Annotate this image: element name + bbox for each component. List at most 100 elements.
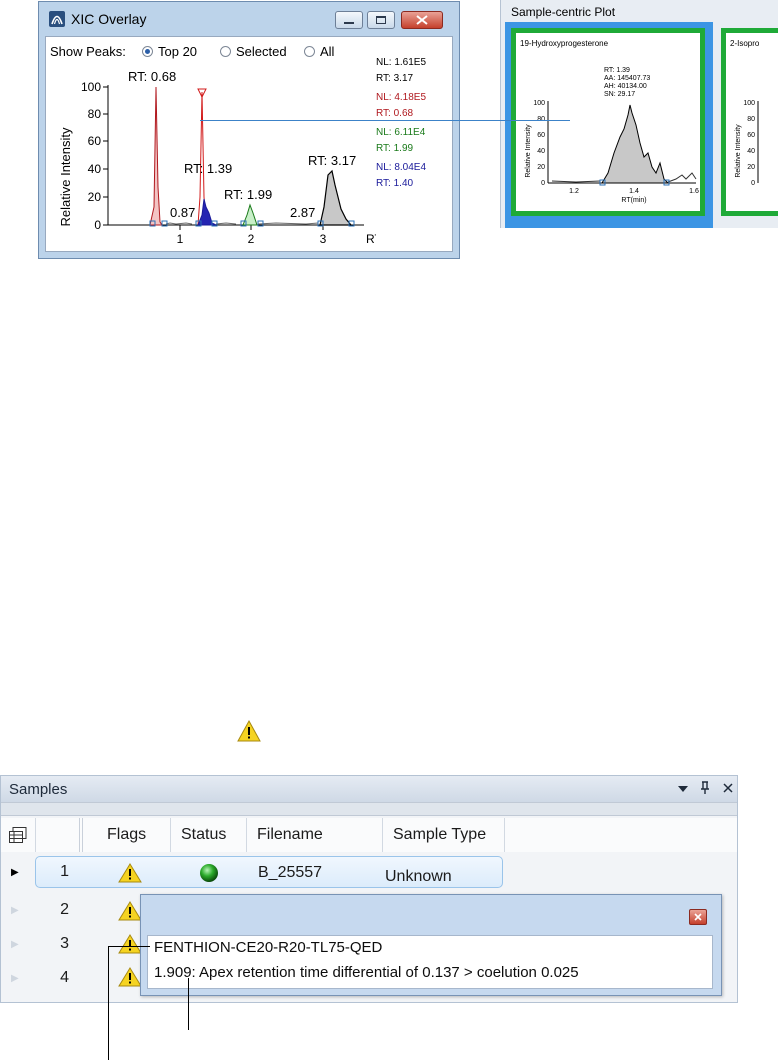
legend-nl-1: NL: 1.61E5 (376, 57, 427, 68)
legend-rt-1: RT: 3.17 (376, 73, 414, 84)
column-header-status[interactable]: Status (171, 818, 247, 852)
y-tick: 20 (537, 164, 545, 171)
pin-icon[interactable] (699, 781, 711, 795)
y-tick: 80 (88, 107, 102, 121)
close-button[interactable] (401, 11, 443, 29)
dropdown-arrow-icon[interactable] (677, 785, 689, 793)
row-indicator-icon: ▶ (11, 939, 19, 950)
popup-close-button[interactable] (689, 909, 707, 925)
x-ticks: 1 2 3 (177, 225, 327, 246)
callout-line-left (108, 946, 109, 1060)
close-icon (416, 15, 428, 25)
xic-overlay-window: XIC Overlay Show Peaks: Top 20 Selected … (38, 1, 460, 259)
popup-content: FENTHION-CE20-R20-TL75-QED 1.909: Apex r… (147, 935, 713, 989)
peak-1.99 (242, 203, 258, 226)
y-tick: 40 (537, 148, 545, 155)
y-tick: 0 (94, 218, 101, 232)
y-tick: 100 (81, 80, 101, 94)
maximize-icon (376, 16, 386, 24)
x-tick: 2 (248, 232, 255, 246)
scp-title: Sample-centric Plot (511, 5, 616, 19)
row-number: 4 (60, 969, 69, 986)
close-icon (694, 913, 702, 921)
peak-label: RT: 0.68 (128, 69, 176, 84)
close-panel-icon[interactable] (723, 783, 733, 793)
peak-label: RT: 1.39 (184, 161, 232, 176)
y-tick: 60 (537, 132, 545, 139)
legend-nl-2: NL: 4.18E5 (376, 92, 427, 103)
row-number: 3 (60, 935, 69, 952)
frozen-column-splitter[interactable] (79, 818, 83, 852)
connector-line (200, 120, 570, 121)
grid-header: Flags Status Filename Sample Type (1, 818, 737, 852)
peak-label: 2.87 (290, 205, 315, 220)
y-tick: 100 (533, 100, 545, 107)
callout-line-right (188, 978, 189, 1030)
warning-icon (237, 719, 261, 742)
y-tick: 20 (88, 190, 102, 204)
maximize-button[interactable] (367, 11, 395, 29)
xic-chart: Relative Intensity 100 80 60 40 20 0 1 2… (58, 69, 376, 246)
samples-title: Samples (9, 781, 68, 798)
xic-titlebar[interactable]: XIC Overlay (39, 2, 459, 36)
scp-panel-2[interactable]: 2-Isopro Relative Intensity 100 80 60 40… (721, 28, 778, 216)
y-axis-label: Relative Intensity (735, 124, 742, 178)
y-ticks: 100 80 60 40 20 0 (81, 80, 108, 232)
y-tick: 40 (747, 148, 755, 155)
y-axis-label: Relative Intensity (525, 124, 532, 178)
y-tick: 0 (751, 180, 755, 187)
x-tick: 1.6 (689, 188, 699, 195)
peak-0.68 (149, 86, 163, 226)
row-number: 1 (60, 863, 69, 880)
y-axis-label: Relative Intensity (58, 127, 73, 226)
callout-line-left-h (108, 946, 150, 947)
scp-chart-2: Relative Intensity 100 80 60 40 20 0 (735, 100, 759, 187)
filename-cell: B_25557 (258, 864, 323, 881)
column-header-filename[interactable]: Filename (247, 818, 383, 852)
column-header-sample-type[interactable]: Sample Type (383, 818, 505, 852)
flag-details-popup: FENTHION-CE20-R20-TL75-QED 1.909: Apex r… (140, 894, 722, 996)
status-ok-icon (200, 864, 218, 882)
x-tick: 3 (320, 232, 327, 246)
y-tick: 80 (747, 116, 755, 123)
scp-peak (601, 104, 670, 184)
x-axis-label: RT(min) (366, 232, 376, 246)
window-title: XIC Overlay (71, 11, 147, 27)
legend-nl-3: NL: 6.11E4 (376, 127, 426, 138)
row-indicator-icon: ▶ (11, 973, 19, 984)
x-tick: 1.2 (569, 188, 579, 195)
minimize-icon (344, 22, 354, 24)
x-tick: 1 (177, 232, 184, 246)
compound-name: FENTHION-CE20-R20-TL75-QED (154, 939, 383, 956)
y-tick: 60 (747, 132, 755, 139)
scp-chart: Relative Intensity 100 80 60 40 20 0 1.2… (525, 100, 699, 204)
row-number: 2 (60, 901, 69, 918)
legend-rt-2: RT: 0.68 (376, 108, 414, 119)
peak-label: 0.87 (170, 205, 195, 220)
legend-rt-4: RT: 1.40 (376, 178, 414, 189)
samples-header: Samples (1, 776, 737, 802)
horizontal-scrollbar[interactable] (1, 802, 737, 816)
legend-rt-3: RT: 1.99 (376, 143, 414, 154)
sample-type-cell: Unknown (385, 868, 452, 885)
sample-centric-plot: Sample-centric Plot 19-Hydroxyprogestero… (500, 0, 778, 228)
row-indicator-icon: ▶ (11, 905, 19, 916)
y-tick: 40 (88, 162, 102, 176)
warning-flag-icon[interactable] (117, 862, 143, 884)
minimize-button[interactable] (335, 11, 363, 29)
xic-plot-area: Show Peaks: Top 20 Selected All NL: 1.61… (45, 36, 453, 252)
y-tick: 20 (747, 164, 755, 171)
column-chooser-icon[interactable] (9, 827, 27, 843)
app-logo-icon (49, 11, 65, 27)
current-row-indicator-icon: ▶ (11, 867, 19, 878)
peak-label: RT: 1.99 (224, 187, 272, 202)
legend-nl-4: NL: 8.04E4 (376, 162, 427, 173)
x-axis-label: RT(min) (621, 197, 646, 204)
y-tick: 60 (88, 134, 102, 148)
scp-panel-1[interactable]: 19-Hydroxyprogesterone RT: 1.39 AA: 1454… (511, 28, 705, 216)
x-tick: 1.4 (629, 188, 639, 195)
y-tick: 100 (743, 100, 755, 107)
column-header-flags[interactable]: Flags (97, 818, 171, 852)
peak-label: RT: 3.17 (308, 153, 356, 168)
peak-3.17 (319, 169, 353, 226)
